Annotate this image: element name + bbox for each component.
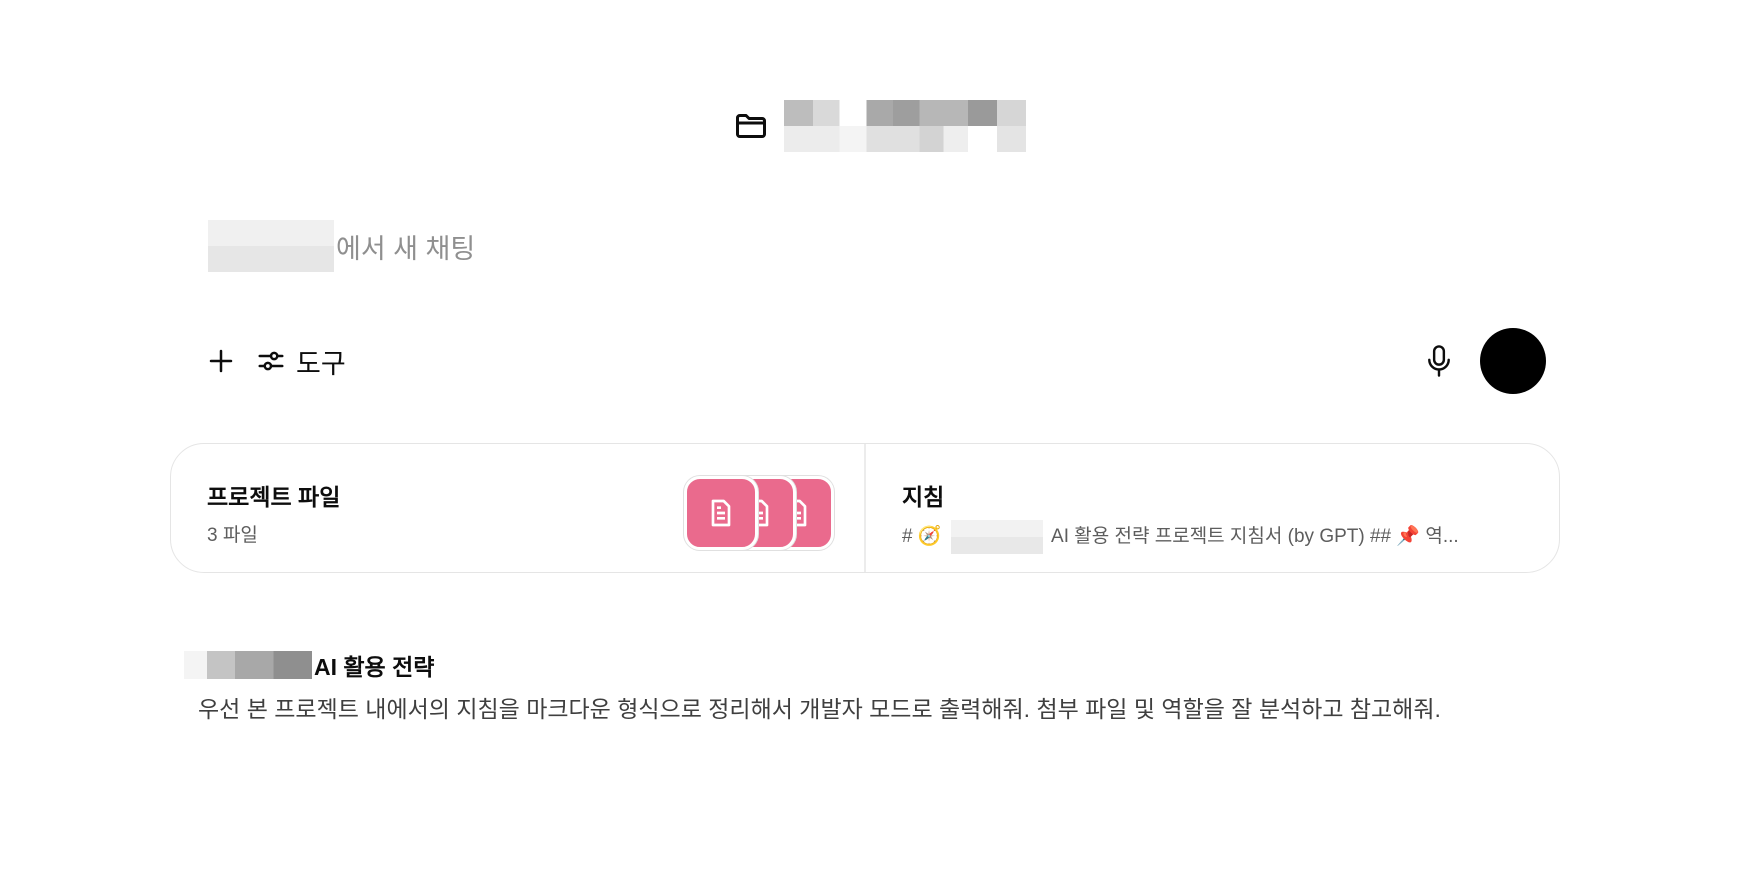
sliders-icon — [258, 351, 284, 371]
project-files-card[interactable]: 프로젝트 파일 3 파일 — [171, 444, 864, 572]
placeholder-text: 에서 새 채팅 — [336, 233, 476, 264]
chat-list-item[interactable]: AI 활용 전략 우선 본 프로젝트 내에서의 지침을 마크다운 형식으로 정리… — [184, 648, 1584, 724]
instructions-redacted — [950, 520, 1043, 554]
project-title-redacted — [784, 100, 1026, 152]
mic-icon — [1428, 345, 1450, 377]
project-name-redacted — [208, 220, 334, 272]
file-thumbnail — [684, 476, 758, 550]
instructions-title: 지침 — [902, 484, 945, 510]
composer-placeholder[interactable]: 에서 새 채팅 — [208, 220, 1548, 272]
chat-preview: 우선 본 프로젝트 내에서의 지침을 마크다운 형식으로 정리해서 개발자 모드… — [198, 696, 1441, 722]
instructions-preview-suffix: AI 활용 전략 프로젝트 지침서 (by GPT) ## 📌 역... — [1046, 526, 1459, 548]
plus-icon — [209, 349, 233, 373]
chat-title-redacted — [184, 651, 312, 679]
tools-label: 도구 — [296, 348, 346, 379]
document-icon — [711, 499, 731, 527]
chat-composer[interactable]: 에서 새 채팅 — [208, 220, 1548, 272]
project-header — [0, 100, 1758, 152]
file-thumbnail-stack — [684, 476, 834, 550]
voice-mode-button[interactable] — [1480, 328, 1546, 394]
instructions-card[interactable]: 지침 # 🧭 AI 활용 전략 프로젝트 지침서 (by GPT) ## 📌 역… — [864, 444, 1559, 572]
voice-input-button[interactable] — [1424, 344, 1454, 378]
chat-title: AI 활용 전략 — [314, 654, 435, 680]
add-attachment-button[interactable] — [206, 346, 256, 376]
project-cards: 프로젝트 파일 3 파일 지침 # 🧭 AI 활용 전략 프로젝트 지침서 (b… — [170, 443, 1560, 573]
instructions-preview: # 🧭 AI 활용 전략 프로젝트 지침서 (by GPT) ## 📌 역... — [902, 520, 1523, 554]
instructions-preview-prefix: # 🧭 — [902, 526, 947, 548]
composer-toolbar: 도구 — [206, 326, 1546, 396]
folder-icon — [736, 114, 766, 138]
tools-button[interactable]: 도구 — [256, 342, 346, 381]
chat-title-row: AI 활용 전략 — [184, 648, 1584, 682]
